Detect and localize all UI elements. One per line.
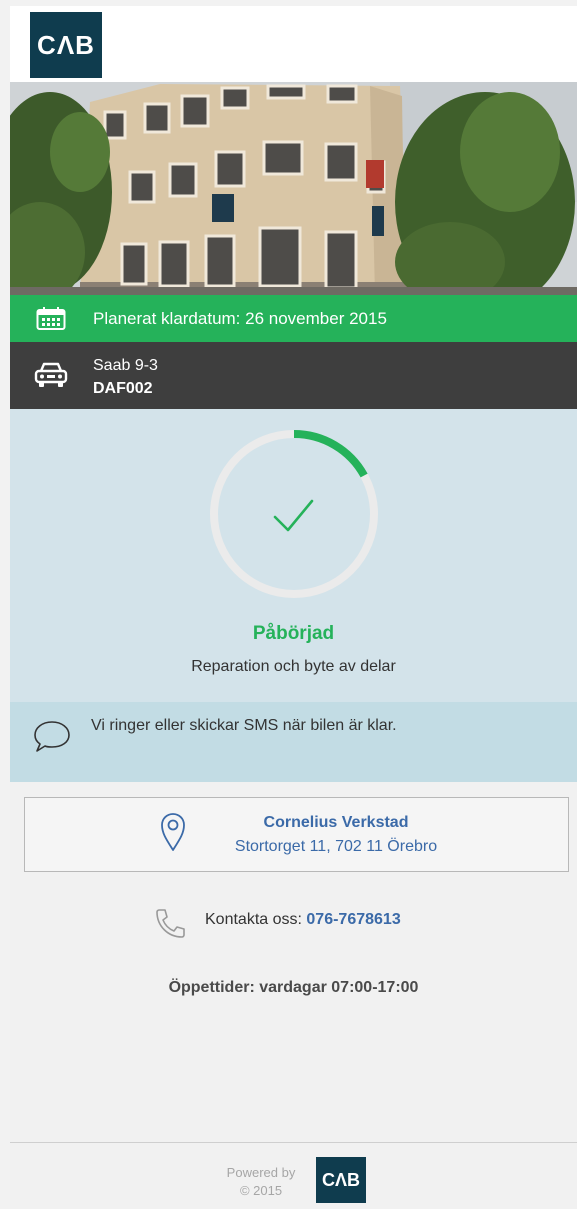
workshop-location[interactable]: Cornelius Verkstad Stortorget 11, 702 11… xyxy=(24,797,569,872)
opening-hours: Öppettider: vardagar 07:00-17:00 xyxy=(168,979,419,996)
car-icon xyxy=(34,361,68,394)
planned-date-label: Planerat klardatum: 26 november 2015 xyxy=(93,309,387,328)
status-panel: Påbörjad Reparation och byte av delar xyxy=(10,409,577,702)
checkmark-icon xyxy=(273,499,314,532)
copyright: © 2015 xyxy=(239,1183,283,1198)
phone-icon xyxy=(154,907,188,944)
status-title: Påbörjad xyxy=(252,623,335,644)
workshop-name[interactable]: Cornelius Verkstad xyxy=(206,814,466,832)
notification-notice: Vi ringer eller skickar SMS när bilen är… xyxy=(10,702,577,782)
contact-label: Kontakta oss: xyxy=(205,911,302,928)
footer: Powered by © 2015 CΛB xyxy=(10,1142,577,1209)
contact-row: Kontakta oss: 076-7678613 xyxy=(10,906,577,938)
header: CΛB xyxy=(10,6,577,82)
speech-bubble-icon xyxy=(32,719,72,758)
notice-text: Vi ringer eller skickar SMS när bilen är… xyxy=(91,717,397,734)
workshop-address[interactable]: Stortorget 11, 702 11 Örebro xyxy=(206,838,466,856)
map-pin-icon xyxy=(160,812,186,857)
cab-logo[interactable]: CΛB xyxy=(30,12,102,78)
contact-text: Kontakta oss: 076-7678613 xyxy=(205,911,401,929)
vehicle-bar: Saab 9-3 DAF002 xyxy=(10,342,577,409)
powered-by: Powered by © 2015 xyxy=(216,1164,306,1200)
powered-by-label: Powered by xyxy=(226,1165,296,1180)
car-model: Saab 9-3 xyxy=(93,357,158,374)
phone-link[interactable]: 076-7678613 xyxy=(306,911,400,928)
status-description: Reparation och byte av delar xyxy=(191,658,396,675)
planned-date-bar: Planerat klardatum: 26 november 2015 xyxy=(10,295,577,342)
page: CΛB Planerat klardatum: 26 november 2015… xyxy=(10,6,577,1209)
license-plate: DAF002 xyxy=(93,380,153,397)
footer-cab-logo[interactable]: CΛB xyxy=(316,1157,366,1203)
progress-ring xyxy=(209,429,379,604)
calendar-icon xyxy=(36,307,66,336)
workshop-photo xyxy=(10,82,577,295)
